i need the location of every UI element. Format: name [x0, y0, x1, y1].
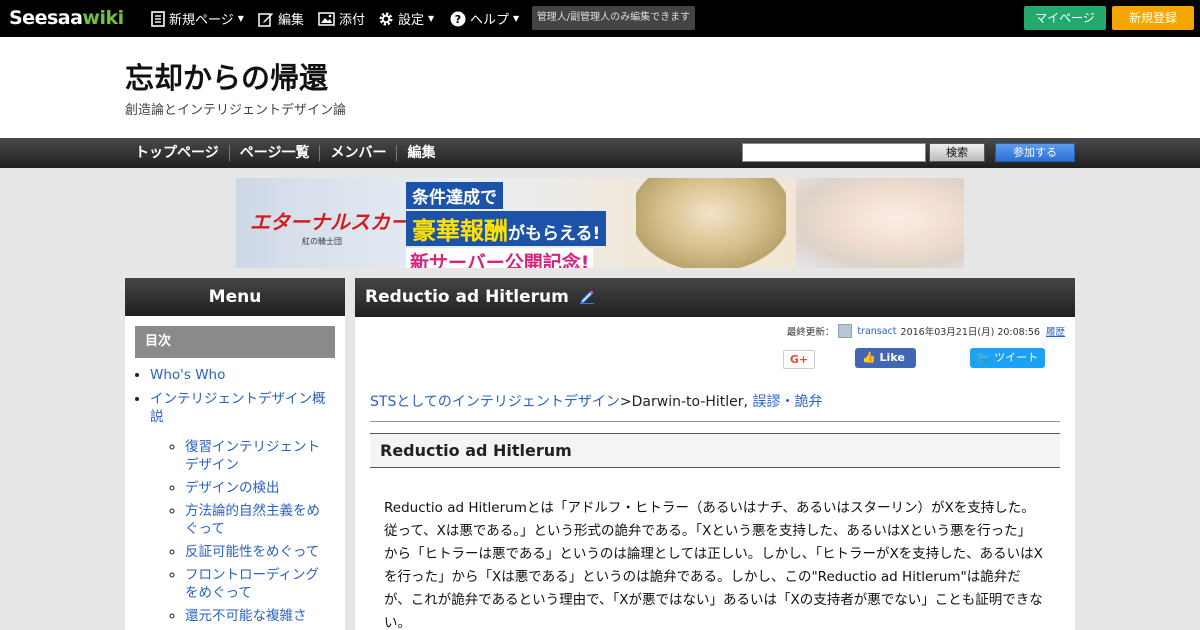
banner-line3: 新サーバー公開記念! — [406, 248, 594, 268]
category-separator: >Darwin-to-Hitler, — [619, 394, 753, 410]
toc-subitem[interactable]: 還元不可能な複雑さ — [185, 607, 335, 625]
section-heading: Reductio ad Hitlerum — [370, 433, 1060, 468]
menu-help-label: ヘルプ — [470, 13, 510, 28]
site-header: 忘却からの帰還 創造論とインテリジェントデザイン論 — [0, 37, 1200, 138]
site-subtitle: 創造論とインテリジェントデザイン論 — [125, 103, 347, 118]
toc-subitem[interactable]: 方法論的自然主義をめぐって — [185, 502, 335, 538]
menu-edit-label: 編集 — [278, 13, 305, 28]
toc-subitem[interactable]: 復習インテリジェントデザイン — [185, 438, 335, 474]
menu-settings[interactable]: 設定 ▼ — [378, 0, 434, 37]
seesaa-wiki-logo[interactable]: Seesaawiki — [9, 7, 124, 29]
facebook-like-button[interactable]: 👍 Like 0 — [855, 348, 916, 384]
twitter-bird-icon: 🐦 — [976, 351, 991, 364]
register-button[interactable]: 新規登録 — [1112, 6, 1194, 30]
category-link[interactable]: 誤謬・詭弁 — [752, 394, 822, 410]
chevron-down-icon: ▼ — [428, 14, 435, 23]
banner-character-illustration — [636, 178, 786, 268]
top-bar: Seesaawiki 新規ページ ▼ 編集 添付 設定 ▼ ? ヘルプ ▼ 管理… — [0, 0, 1200, 37]
tweet-label: ツイート — [994, 351, 1039, 364]
fb-like-count: 0 — [865, 371, 872, 384]
toc-item-link[interactable]: インテリジェントデザイン概説 — [150, 391, 326, 425]
sidebar-title: Menu — [125, 278, 345, 316]
mypage-button[interactable]: マイページ — [1024, 6, 1106, 30]
global-nav: トップページ ページ一覧 メンバー 編集 検索 参加する — [0, 138, 1200, 168]
banner-line1: 条件達成で — [406, 182, 503, 209]
menu-attach[interactable]: 添付 — [318, 0, 365, 37]
tweet-button[interactable]: 🐦 ツイート — [970, 348, 1045, 368]
nav-item-top-page[interactable]: トップページ — [125, 145, 230, 161]
menu-edit[interactable]: 編集 — [258, 0, 304, 37]
gear-icon — [378, 11, 394, 27]
toc-item-link[interactable]: Who's Who — [150, 367, 225, 383]
edit-icon — [258, 11, 274, 27]
pencil-edit-icon[interactable] — [579, 280, 595, 304]
page-title-bar: Reductio ad Hitlerum — [355, 278, 1075, 317]
search-button[interactable]: 検索 — [929, 143, 985, 162]
banner-character-illustration — [796, 178, 964, 268]
toc-list: Who's Who インテリジェントデザイン概説 復習インテリジェントデザイン … — [150, 366, 345, 625]
meta-date: 2016年03月21日(月) 20:08:56 — [900, 327, 1040, 338]
avatar — [838, 324, 853, 338]
help-icon: ? — [450, 11, 466, 27]
fb-like-label: Like — [879, 351, 905, 364]
menu-new-page-label: 新規ページ — [169, 13, 234, 28]
menu-attach-label: 添付 — [339, 13, 366, 28]
banner-line2-highlight: 豪華報酬 — [412, 217, 508, 245]
menu-help[interactable]: ? ヘルプ ▼ — [450, 0, 519, 37]
toc-subitem[interactable]: デザインの検出 — [185, 479, 335, 497]
page-title: Reductio ad Hitlerum — [365, 287, 569, 307]
menu-new-page[interactable]: 新規ページ ▼ — [151, 0, 244, 37]
category-link[interactable]: STSとしてのインテリジェントデザイン — [370, 394, 620, 410]
banner-copy: 条件達成で 豪華報酬がもらえる! 新サーバー公開記念! — [406, 182, 616, 268]
nav-item-members[interactable]: メンバー — [320, 145, 398, 161]
admin-only-note: 管理人/副管理人のみ編集できます — [532, 6, 695, 30]
logo-wiki-text: wiki — [82, 7, 124, 29]
document-icon — [151, 10, 165, 27]
update-meta: 最終更新： transact 2016年03月21日(月) 20:08:56 履… — [787, 324, 1065, 338]
article-body: Reductio ad Hitlerumとは「アドルフ・ヒトラー（あるいはナチ、… — [384, 500, 1043, 630]
menu-settings-label: 設定 — [398, 13, 425, 28]
toc-sublist: 復習インテリジェントデザイン デザインの検出 方法論的自然主義をめぐって 反証可… — [185, 438, 335, 625]
banner-line2-rest: がもらえる! — [508, 224, 601, 244]
google-plus-button[interactable]: G+ — [783, 350, 815, 369]
banner-line2: 豪華報酬がもらえる! — [406, 211, 607, 246]
sidebar: Menu 目次 Who's Who インテリジェントデザイン概説 復習インテリジ… — [125, 278, 345, 630]
chevron-down-icon: ▼ — [237, 14, 244, 23]
meta-label: 最終更新： — [786, 327, 835, 338]
nav-item-page-list[interactable]: ページ一覧 — [230, 145, 321, 161]
meta-user-link[interactable]: transact — [857, 326, 896, 337]
toc-item[interactable]: Who's Who — [150, 366, 345, 384]
ad-banner[interactable]: エターナルスカーレット 紅の騎士団 条件達成で 豪華報酬がもらえる! 新サーバー… — [236, 178, 964, 268]
image-icon — [318, 11, 335, 26]
toc-subitem[interactable]: 反証可能性をめぐって — [185, 543, 335, 561]
search-input[interactable] — [742, 143, 926, 162]
category-breadcrumb: STSとしてのインテリジェントデザイン>Darwin-to-Hitler, 誤謬… — [370, 391, 822, 411]
history-link[interactable]: 履歴 — [1046, 324, 1065, 338]
toc-title: 目次 — [135, 326, 335, 358]
banner-game-sub: 紅の騎士団 — [302, 237, 342, 246]
toc-item[interactable]: インテリジェントデザイン概説 復習インテリジェントデザイン デザインの検出 方法… — [150, 390, 345, 625]
svg-text:?: ? — [455, 13, 461, 26]
logo-main-text: Seesaa — [9, 7, 83, 29]
main-content: Reductio ad Hitlerum 最終更新： transact 2016… — [355, 278, 1075, 630]
chevron-down-icon: ▼ — [513, 14, 520, 23]
nav-item-edit[interactable]: 編集 — [397, 145, 445, 161]
thumbs-up-icon: 👍 — [862, 351, 876, 364]
toc-subitem[interactable]: フロントローディングをめぐって — [185, 566, 335, 602]
divider — [370, 421, 1060, 422]
join-button[interactable]: 参加する — [995, 143, 1075, 162]
site-title[interactable]: 忘却からの帰還 — [125, 55, 328, 97]
